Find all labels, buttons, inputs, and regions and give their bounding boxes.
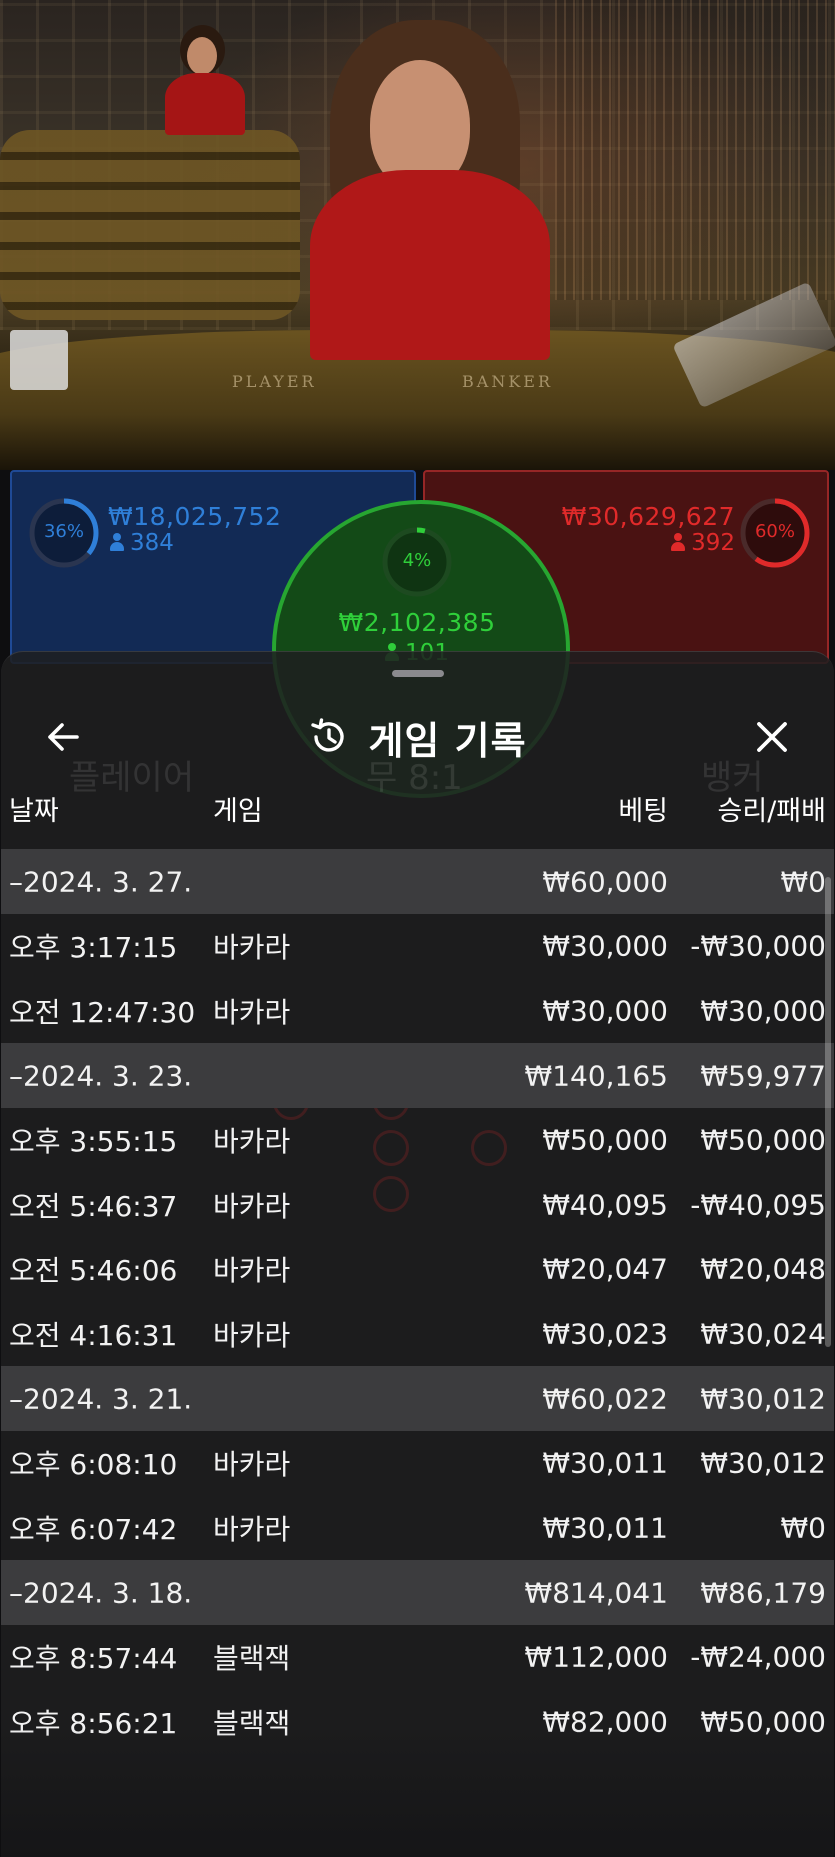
person-icon (110, 533, 124, 551)
round-win-loss: ₩0 (780, 1511, 827, 1545)
game-history-sheet: 플레이어 무 8:1 뱅커 게임 기록 날짜 게임 베팅 승리/패배 –2024… (1, 651, 834, 1857)
table-header: 날짜 게임 베팅 승리/패배 (1, 789, 834, 829)
round-bet: ₩20,047 (542, 1252, 668, 1286)
round-win-loss: ₩20,048 (700, 1252, 826, 1286)
side-table (0, 130, 300, 320)
round-game: 바카라 (213, 1125, 291, 1159)
round-game: 바카라 (213, 1254, 291, 1288)
round-win-loss: ₩30,000 (700, 994, 826, 1028)
tie-percent: 4% (402, 550, 432, 571)
sheet-header: 게임 기록 (1, 702, 834, 772)
discard-tray (10, 330, 68, 390)
person-icon (671, 533, 686, 551)
round-game: 바카라 (213, 1512, 291, 1546)
round-time: 오후 3:55:15 (9, 1125, 178, 1159)
banker-pot-amount: ₩30,629,627 (561, 502, 735, 531)
round-time: 오후 3:17:15 (9, 931, 178, 965)
round-bet: ₩112,000 (524, 1640, 668, 1674)
round-time: 오전 4:16:31 (9, 1318, 178, 1352)
history-row[interactable]: 오전 5:46:06 바카라 ₩20,047 ₩20,048 (1, 1237, 834, 1302)
history-row[interactable]: 오후 3:17:15 바카라 ₩30,000 -₩30,000 (1, 914, 834, 979)
group-bet-total: ₩60,000 (542, 865, 668, 898)
banker-percent: 60% (754, 521, 795, 542)
history-scrollbar[interactable] (825, 877, 831, 1347)
column-header-date[interactable]: 날짜 (9, 789, 59, 828)
back-arrow-icon[interactable] (41, 714, 87, 760)
bead-curtain (555, 0, 835, 300)
round-game: 바카라 (213, 1189, 291, 1223)
round-time: 오후 6:07:42 (9, 1512, 178, 1546)
history-row[interactable]: 오후 6:08:10 바카라 ₩30,011 ₩30,012 (1, 1431, 834, 1496)
group-win-loss-total: ₩59,977 (700, 1059, 826, 1092)
group-date: –2024. 3. 27. (9, 865, 193, 898)
round-time: 오전 5:46:37 (9, 1189, 178, 1223)
group-bet-total: ₩140,165 (524, 1059, 668, 1092)
group-date: –2024. 3. 23. (9, 1059, 193, 1092)
round-win-loss: ₩30,024 (700, 1317, 826, 1351)
group-win-loss-total: ₩86,179 (700, 1576, 826, 1609)
felt-label-banker: BANKER (462, 372, 553, 391)
round-game: 바카라 (213, 995, 291, 1029)
sheet-title: 게임 기록 (368, 718, 527, 763)
tie-pot-amount: ₩2,102,385 (338, 608, 496, 637)
player-bettor-count: 384 (110, 530, 174, 556)
close-icon[interactable] (749, 714, 795, 760)
date-group-row[interactable]: –2024. 3. 27. ₩60,000 ₩0 (1, 849, 834, 914)
round-game: 블랙잭 (213, 1706, 291, 1740)
round-time: 오전 5:46:06 (9, 1254, 178, 1288)
round-win-loss: ₩50,000 (700, 1705, 826, 1739)
round-game: 블랙잭 (213, 1642, 291, 1676)
round-win-loss: ₩30,012 (700, 1446, 826, 1480)
sheet-drag-handle[interactable] (392, 670, 444, 677)
history-row[interactable]: 오후 8:57:44 블랙잭 ₩112,000 -₩24,000 (1, 1625, 834, 1690)
column-header-bet[interactable]: 베팅 (618, 789, 668, 828)
live-video-stream: PLAYER BANKER (0, 0, 835, 470)
column-header-win-loss[interactable]: 승리/패배 (718, 789, 826, 828)
group-bet-total: ₩60,022 (542, 1382, 668, 1415)
round-time: 오전 12:47:30 (9, 995, 196, 1029)
history-row[interactable]: 오전 4:16:31 바카라 ₩30,023 ₩30,024 (1, 1302, 834, 1367)
round-bet: ₩40,095 (542, 1188, 668, 1222)
round-bet: ₩50,000 (542, 1123, 668, 1157)
history-row[interactable]: 오후 6:07:42 바카라 ₩30,011 ₩0 (1, 1496, 834, 1561)
round-time: 오후 8:57:44 (9, 1642, 178, 1676)
round-game: 바카라 (213, 1318, 291, 1352)
group-win-loss-total: ₩0 (780, 865, 827, 898)
date-group-row[interactable]: –2024. 3. 23. ₩140,165 ₩59,977 (1, 1043, 834, 1108)
round-win-loss: ₩50,000 (700, 1123, 826, 1157)
round-win-loss: -₩40,095 (690, 1188, 826, 1222)
group-date: –2024. 3. 18. (9, 1576, 193, 1609)
round-bet: ₩30,011 (542, 1511, 668, 1545)
date-group-row[interactable]: –2024. 3. 21. ₩60,022 ₩30,012 (1, 1366, 834, 1431)
date-group-row[interactable]: –2024. 3. 18. ₩814,041 ₩86,179 (1, 1560, 834, 1625)
group-bet-total: ₩814,041 (524, 1576, 668, 1609)
round-bet: ₩30,000 (542, 929, 668, 963)
round-win-loss: -₩30,000 (690, 929, 826, 963)
history-table: –2024. 3. 27. ₩60,000 ₩0 오후 3:17:15 바카라 … (1, 849, 834, 1754)
round-bet: ₩30,011 (542, 1446, 668, 1480)
history-row[interactable]: 오전 5:46:37 바카라 ₩40,095 -₩40,095 (1, 1173, 834, 1238)
round-bet: ₩30,023 (542, 1317, 668, 1351)
round-game: 바카라 (213, 1448, 291, 1482)
column-header-game[interactable]: 게임 (213, 789, 263, 828)
background-dealer (165, 25, 245, 135)
round-bet: ₩82,000 (542, 1705, 668, 1739)
history-row[interactable]: 오후 8:56:21 블랙잭 ₩82,000 ₩50,000 (1, 1690, 834, 1755)
round-time: 오후 6:08:10 (9, 1448, 178, 1482)
round-time: 오후 8:56:21 (9, 1706, 178, 1740)
player-percent: 36% (43, 521, 84, 542)
round-game: 바카라 (213, 931, 291, 965)
felt-label-player: PLAYER (232, 372, 317, 391)
group-date: –2024. 3. 21. (9, 1382, 193, 1415)
history-row[interactable]: 오전 12:47:30 바카라 ₩30,000 ₩30,000 (1, 979, 834, 1044)
player-pot-amount: ₩18,025,752 (108, 502, 282, 531)
banker-bettor-count: 392 (671, 530, 735, 556)
round-win-loss: -₩24,000 (690, 1640, 826, 1674)
group-win-loss-total: ₩30,012 (700, 1382, 826, 1415)
history-row[interactable]: 오후 3:55:15 바카라 ₩50,000 ₩50,000 (1, 1108, 834, 1173)
history-clock-icon (311, 718, 345, 752)
dealer (310, 20, 550, 360)
round-bet: ₩30,000 (542, 994, 668, 1028)
title-group: 게임 기록 (1, 702, 834, 772)
